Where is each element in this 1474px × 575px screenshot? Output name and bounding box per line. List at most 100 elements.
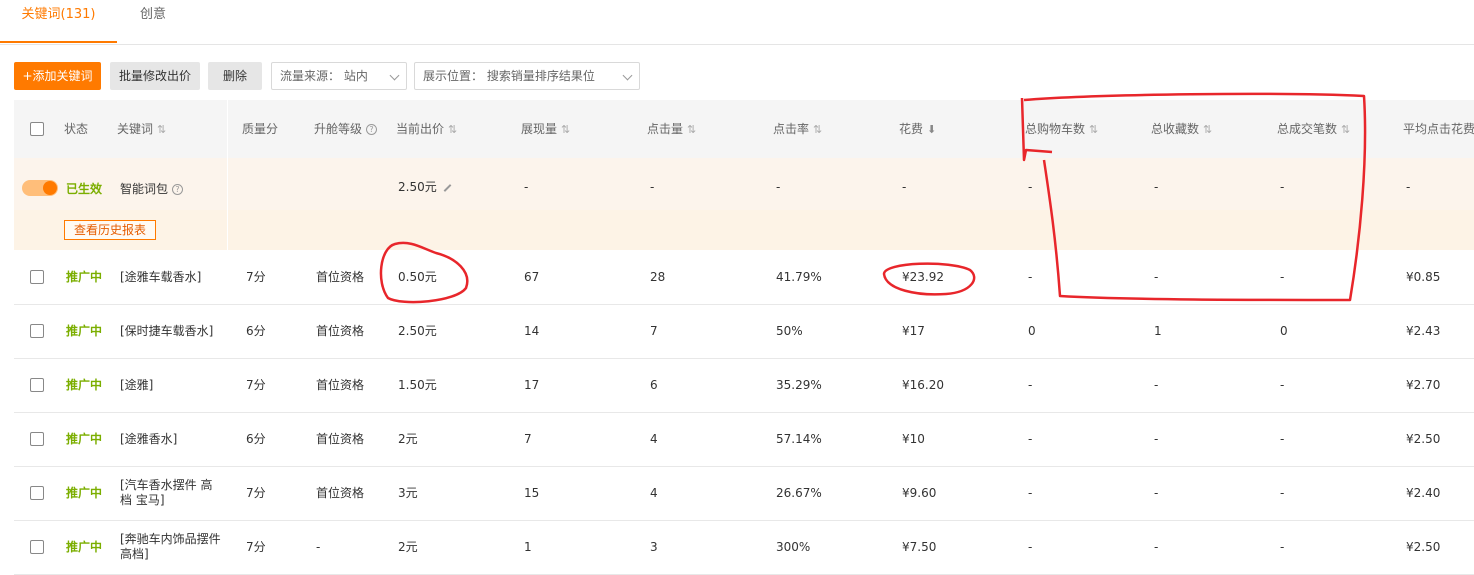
row-level: - <box>316 540 321 554</box>
sort-icon: ⇅ <box>561 123 571 136</box>
row-checkbox[interactable] <box>30 378 44 392</box>
table-row: 推广中 [途雅香水] 6分 首位资格 2元 7 4 57.14% ¥10 - -… <box>14 412 1474 467</box>
row-deals: - <box>1280 540 1285 554</box>
add-keyword-button[interactable]: +添加关键词 <box>14 62 101 90</box>
smart-bundle-footer <box>14 210 1474 250</box>
row-deals: - <box>1280 432 1285 446</box>
row-checkbox[interactable] <box>30 324 44 338</box>
header-deals[interactable]: 总成交笔数 ⇅ <box>1277 100 1350 159</box>
row-ctr: 57.14% <box>776 432 822 446</box>
row-checkbox[interactable] <box>30 270 44 284</box>
row-bid[interactable]: 2.50元 <box>398 304 437 358</box>
row-fav: - <box>1154 540 1159 554</box>
row-deals: 0 <box>1280 324 1288 338</box>
row-keyword: [途雅香水] <box>120 432 178 446</box>
row-ctr: 300% <box>776 540 811 554</box>
help-icon[interactable]: ? <box>172 184 184 195</box>
row-keyword: [途雅车载香水] <box>120 270 202 284</box>
display-position-select[interactable]: 展示位置： 搜索销量排序结果位 <box>414 62 640 90</box>
row-level: 首位资格 <box>316 486 365 500</box>
row-status: 推广中 <box>66 324 103 338</box>
header-clicks[interactable]: 点击量 ⇅ <box>647 100 696 159</box>
edit-icon[interactable] <box>443 183 452 192</box>
help-icon[interactable]: ? <box>366 124 378 135</box>
row-cost: ¥10 <box>902 432 925 446</box>
header-avg-cpc: 平均点击花费 <box>1403 122 1474 136</box>
row-cart: - <box>1028 486 1033 500</box>
header-status: 状态 <box>64 122 89 136</box>
row-ctr: 26.67% <box>776 486 822 500</box>
header-keyword-label: 关键词 <box>117 122 154 136</box>
row-clicks: 7 <box>650 324 658 338</box>
header-bid[interactable]: 当前出价 ⇅ <box>396 100 457 159</box>
row-fav: - <box>1154 270 1159 284</box>
row-quality: 6分 <box>246 324 266 338</box>
header-impressions-label: 展现量 <box>521 122 558 136</box>
tab-bar: 关键词(131) 创意 <box>0 0 1474 45</box>
header-deals-label: 总成交笔数 <box>1277 122 1338 136</box>
smart-avg-cpc: - <box>1406 180 1411 194</box>
header-quality: 质量分 <box>242 122 279 136</box>
row-impressions: 17 <box>524 378 540 392</box>
row-fav: - <box>1154 378 1159 392</box>
row-cost: ¥7.50 <box>902 540 937 554</box>
row-bid[interactable]: 2元 <box>398 520 418 574</box>
header-keyword[interactable]: 关键词 ⇅ <box>117 100 166 159</box>
header-fav[interactable]: 总收藏数 ⇅ <box>1151 100 1212 159</box>
delete-button[interactable]: 删除 <box>208 62 262 90</box>
view-history-button[interactable]: 查看历史报表 <box>64 220 156 240</box>
row-ctr: 50% <box>776 324 803 338</box>
row-cart: - <box>1028 540 1033 554</box>
status-toggle[interactable] <box>22 180 58 196</box>
row-impressions: 14 <box>524 324 540 338</box>
smart-impressions: - <box>524 180 529 194</box>
traffic-source-select[interactable]: 流量来源： 站内 <box>271 62 407 90</box>
select-all-checkbox[interactable] <box>30 122 44 136</box>
sort-icon: ⇅ <box>1203 123 1213 136</box>
smart-bid-value: 2.50元 <box>398 180 437 194</box>
row-status: 推广中 <box>66 540 103 554</box>
chevron-down-icon <box>389 70 400 81</box>
row-avg-cpc: ¥2.40 <box>1406 486 1441 500</box>
row-clicks: 6 <box>650 378 658 392</box>
row-cart: - <box>1028 432 1033 446</box>
row-ctr: 35.29% <box>776 378 822 392</box>
row-clicks: 4 <box>650 486 658 500</box>
header-clicks-label: 点击量 <box>647 122 684 136</box>
row-keyword: [途雅] <box>120 378 154 392</box>
header-cost[interactable]: 花费 ⬇ <box>899 100 936 159</box>
smart-keyword-label: 智能词包 <box>120 182 169 196</box>
keyword-table: 状态 关键词 ⇅ 质量分 升舱等级? 当前出价 ⇅ 展现量 ⇅ 点击量 ⇅ 点击率 ⇅ 花… <box>14 100 1474 575</box>
row-avg-cpc: ¥2.43 <box>1406 324 1441 338</box>
row-bid[interactable]: 3元 <box>398 466 418 520</box>
row-impressions: 7 <box>524 432 532 446</box>
header-ctr[interactable]: 点击率 ⇅ <box>773 100 822 159</box>
display-position-label: 展示位置： 搜索销量排序结果位 <box>423 69 595 83</box>
row-checkbox[interactable] <box>30 486 44 500</box>
table-row: 推广中 [奔驰车内饰品摆件 高档] 7分 - 2元 1 3 300% ¥7.50… <box>14 520 1474 575</box>
row-bid[interactable]: 2元 <box>398 412 418 466</box>
row-checkbox[interactable] <box>30 540 44 554</box>
row-impressions: 67 <box>524 270 540 284</box>
row-checkbox[interactable] <box>30 432 44 446</box>
smart-keyword: 智能词包? <box>120 180 184 197</box>
smart-bid[interactable]: 2.50元 <box>398 178 452 195</box>
header-cart[interactable]: 总购物车数 ⇅ <box>1025 100 1098 159</box>
smart-fav: - <box>1154 180 1159 194</box>
row-quality: 7分 <box>246 540 266 554</box>
row-impressions: 1 <box>524 540 532 554</box>
row-level: 首位资格 <box>316 324 365 338</box>
row-clicks: 4 <box>650 432 658 446</box>
row-cost: ¥23.92 <box>902 270 944 284</box>
row-keyword: [汽车香水摆件 高档 宝马] <box>120 478 213 507</box>
row-fav: - <box>1154 486 1159 500</box>
row-bid[interactable]: 0.50元 <box>398 250 437 304</box>
header-impressions[interactable]: 展现量 ⇅ <box>521 100 570 159</box>
row-bid[interactable]: 1.50元 <box>398 358 437 412</box>
row-status: 推广中 <box>66 270 103 284</box>
tab-creatives[interactable]: 创意 <box>140 0 166 43</box>
tab-keywords[interactable]: 关键词(131) <box>0 0 117 43</box>
header-level: 升舱等级? <box>314 100 378 158</box>
batch-bid-button[interactable]: 批量修改出价 <box>110 62 200 90</box>
row-status: 推广中 <box>66 486 103 500</box>
